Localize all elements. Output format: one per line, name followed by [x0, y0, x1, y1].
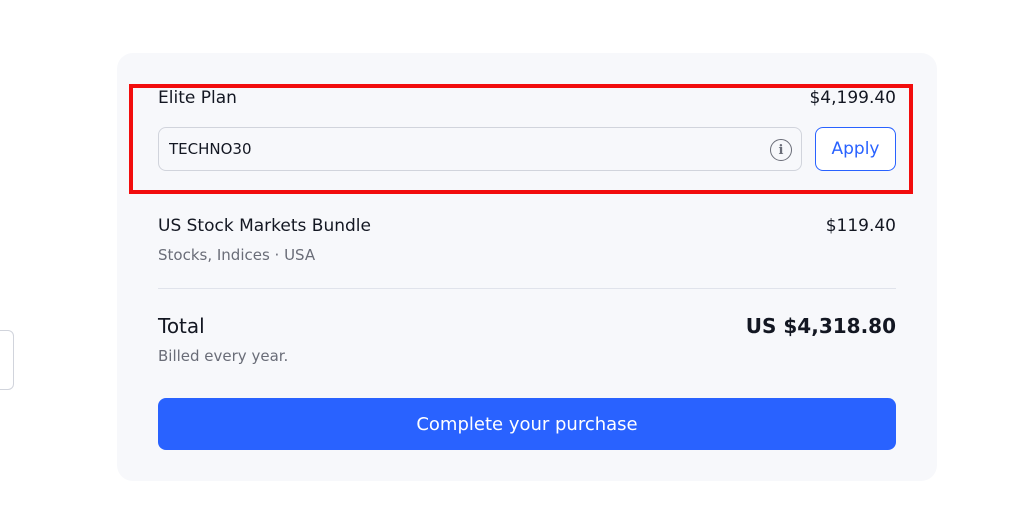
billing-note: Billed every year.: [158, 347, 289, 365]
total-label: Total: [158, 314, 205, 338]
plan-price: $4,199.40: [809, 88, 896, 108]
side-panel-tab[interactable]: [0, 330, 14, 390]
plan-name: Elite Plan: [158, 88, 237, 108]
bundle-subtitle: Stocks, Indices · USA: [158, 246, 316, 264]
divider: [158, 288, 896, 289]
bundle-name: US Stock Markets Bundle: [158, 216, 371, 236]
apply-button[interactable]: Apply: [815, 127, 896, 171]
info-icon[interactable]: i: [770, 139, 792, 161]
bundle-price: $119.40: [825, 216, 896, 236]
total-value: US $4,318.80: [745, 314, 896, 338]
complete-purchase-button[interactable]: Complete your purchase: [158, 398, 896, 450]
promo-code-input[interactable]: [158, 127, 802, 171]
